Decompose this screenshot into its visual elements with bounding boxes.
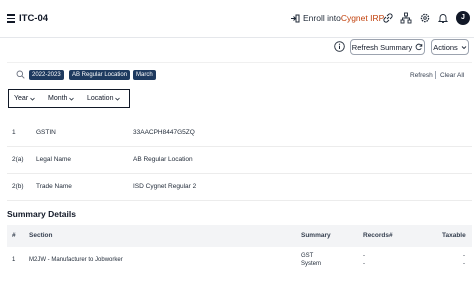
menu-icon[interactable] (7, 14, 15, 23)
page-title: ITC-04 (19, 13, 49, 24)
refresh-summary-button[interactable]: Refresh Summary (350, 39, 425, 55)
details-row-number: 1 (12, 129, 16, 136)
details-row-label: Trade Name (36, 183, 72, 190)
row-summary-gst: GST (301, 253, 314, 259)
month-dropdown[interactable]: Month (48, 95, 75, 102)
chevron-down-icon (69, 97, 75, 101)
info-icon[interactable] (334, 41, 345, 52)
filter-chip-location[interactable]: AB Regular Location (69, 70, 131, 80)
actions-button[interactable]: Actions (431, 39, 469, 55)
chevron-down-icon (30, 97, 35, 101)
gear-icon[interactable] (419, 12, 431, 24)
details-row: 2(b) Trade Name ISD Cygnet Regular 2 (7, 174, 472, 201)
filter-chip-month[interactable]: March (133, 70, 156, 80)
enroll-icon (291, 14, 300, 22)
bell-icon[interactable] (437, 12, 449, 24)
year-dropdown-label: Year (14, 95, 29, 102)
details-row-value: AB Regular Location (133, 156, 193, 163)
details-row-label: Legal Name (36, 156, 72, 163)
row-section: M2JW - Manufacturer to Jobworker (29, 257, 123, 263)
details-row-number: 2(a) (12, 156, 24, 163)
row-summary-system: System (301, 261, 322, 267)
enroll-prefix: Enroll into (303, 13, 341, 23)
refresh-icon (415, 43, 423, 51)
clear-all-link[interactable]: Clear All (440, 72, 464, 79)
enroll-irp-link[interactable]: Enroll into Cygnet IRP (290, 13, 384, 23)
table-row[interactable]: 1 M2JW - Manufacturer to Jobworker GST S… (7, 249, 472, 275)
month-dropdown-label: Month (48, 95, 68, 102)
details-row-value: 33AACPH8447G5ZQ (133, 129, 195, 136)
divider (435, 71, 436, 79)
link-icon[interactable] (382, 12, 394, 24)
hierarchy-icon[interactable] (400, 12, 412, 24)
filter-chip-year[interactable]: 2022-2023 (29, 70, 64, 80)
row-taxable-gst: - (463, 253, 465, 259)
refresh-summary-label: Refresh Summary (351, 42, 413, 52)
column-header-section[interactable]: Section (29, 232, 52, 239)
column-header-summary[interactable]: Summary (301, 232, 331, 239)
year-dropdown[interactable]: Year (14, 95, 35, 102)
search-icon[interactable] (16, 70, 25, 79)
details-row-number: 2(b) (12, 183, 24, 190)
location-dropdown-label: Location (87, 95, 114, 102)
avatar[interactable]: J (456, 11, 470, 25)
row-records-gst: - (363, 253, 365, 259)
chevron-down-icon (461, 45, 467, 49)
column-header-taxable[interactable]: Taxable (442, 232, 466, 239)
row-taxable-system: - (463, 261, 465, 267)
details-row-value: ISD Cygnet Regular 2 (133, 183, 197, 190)
details-row-label: GSTIN (36, 129, 56, 136)
column-header-number: # (12, 232, 16, 239)
details-row: 1 GSTIN 33AACPH8447G5ZQ (7, 120, 472, 147)
row-number: 1 (12, 257, 16, 263)
column-header-records[interactable]: Records# (363, 232, 393, 239)
chevron-down-icon (115, 97, 121, 101)
summary-table-header: # Section Summary Records# Taxable (7, 225, 472, 247)
actions-label: Actions (433, 42, 458, 52)
location-dropdown[interactable]: Location (87, 95, 121, 102)
enroll-accent: Cygnet IRP (340, 13, 385, 23)
summary-section-title: Summary Details (7, 209, 76, 219)
refresh-link[interactable]: Refresh (410, 72, 433, 79)
row-records-system: - (363, 261, 365, 267)
details-row: 2(a) Legal Name AB Regular Location (7, 147, 472, 174)
